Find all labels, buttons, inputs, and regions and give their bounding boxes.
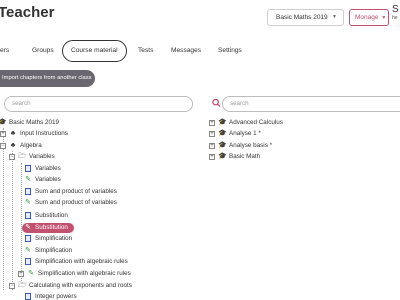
expand-icon[interactable]: + <box>209 130 215 137</box>
user-initial: S <box>392 5 399 15</box>
users-icon: ♣ <box>10 130 16 137</box>
main-nav: Users Groups Course material Tests Messa… <box>0 40 400 62</box>
page-icon <box>25 293 31 300</box>
tree-item-label: Sum and product of variables <box>35 199 117 206</box>
tree-item-label: Substitution <box>35 224 68 231</box>
expand-icon[interactable]: + <box>0 130 6 137</box>
pencil-icon: ✎ <box>28 270 34 277</box>
tree-item-algebra[interactable]: − ♣ Algebra <box>0 140 42 151</box>
tree-item-label: Variables <box>35 165 61 172</box>
tree-item-label: Variables <box>29 153 55 160</box>
tab-course-material[interactable]: Course material <box>62 40 127 62</box>
tree-item-simplification-page[interactable]: Simplification <box>24 233 72 244</box>
tree-item-analyse-1[interactable]: + 🎓 Analyse 1 * <box>209 128 261 139</box>
tab-tests[interactable]: Tests <box>138 40 153 62</box>
tree-item-simplification-rules-exercise[interactable]: + ✎ Simplification with algebraic rules <box>18 268 131 279</box>
pencil-icon: ✎ <box>25 247 31 254</box>
tab-messages[interactable]: Messages <box>171 40 201 62</box>
tree-item-label: Input Instructions <box>20 130 68 137</box>
tree-item-label: Simplification with algebraic rules <box>35 258 128 265</box>
tree-item-label: Simplification with algebraic rules <box>38 270 131 277</box>
tree-item-label: Analyse basis * <box>229 142 273 149</box>
tree-item-variables-folder[interactable]: − 🗁 Variables <box>9 151 55 162</box>
tree-item-label: Integer powers <box>35 293 77 300</box>
expand-icon[interactable]: + <box>209 142 215 149</box>
graduation-cap-icon: 🎓 <box>218 130 227 137</box>
tree-item-label: Basic Math <box>229 153 261 160</box>
tree-item-integer-powers[interactable]: Integer powers <box>24 291 77 300</box>
tab-groups[interactable]: Groups <box>32 40 54 62</box>
expand-icon[interactable]: + <box>209 153 215 160</box>
folder-open-icon: 🗁 <box>18 153 27 160</box>
tree-item-label: Analyse 1 * <box>229 130 261 137</box>
tree-item-label: Simplification <box>35 235 73 242</box>
tree-item-input-instructions[interactable]: + ♣ Input Instructions <box>0 128 68 139</box>
expand-icon[interactable]: + <box>18 270 24 277</box>
tree-item-analyse-basis[interactable]: + 🎓 Analyse basis * <box>209 140 272 151</box>
tree-item-sum-product-page[interactable]: Sum and product of variables <box>24 186 117 197</box>
class-select-value: Basic Maths 2019 <box>276 14 328 21</box>
import-chapters-button[interactable]: Import chapters from another class <box>0 70 95 87</box>
manage-label: Monage <box>355 14 379 21</box>
class-select[interactable]: Basic Maths 2019 ▼ <box>267 9 344 26</box>
manage-button[interactable]: Monage ▼ <box>349 9 389 26</box>
tree-item-label: Advanced Calculus <box>229 119 283 126</box>
graduation-cap-icon: 🎓 <box>0 119 7 126</box>
tree-item-substitution-exercise-selected[interactable]: ✎ Substitution <box>22 222 74 233</box>
chevron-down-icon: ▼ <box>381 15 387 21</box>
collapse-icon[interactable]: − <box>0 142 6 149</box>
search-input-left[interactable]: search <box>4 96 193 112</box>
user-sub-label: he <box>392 15 398 21</box>
page-icon <box>25 188 31 195</box>
graduation-cap-icon: 🎓 <box>218 119 227 126</box>
graduation-cap-icon: 🎓 <box>218 153 227 160</box>
folder-open-icon: 🗁 <box>18 282 27 289</box>
tree-item-variables-page[interactable]: Variables <box>24 163 61 174</box>
search-icon <box>212 98 221 108</box>
tree-item-variables-exercise[interactable]: ✎ Variables <box>24 174 61 185</box>
tree-item-label: Sum and product of variables <box>35 188 117 195</box>
tree-item-exponents-roots-folder[interactable]: − 🗁 Calculating with exponents and roots <box>9 280 132 291</box>
graduation-cap-icon: 🎓 <box>218 142 227 149</box>
page-icon <box>25 258 31 265</box>
tree-item-substitution-page[interactable]: Substitution <box>24 210 68 221</box>
tree-item-simplification-exercise[interactable]: ✎ Simplification <box>24 245 72 256</box>
search-input-right[interactable]: search <box>222 96 400 112</box>
expand-icon[interactable]: + <box>209 119 215 126</box>
tree-item-sum-product-exercise[interactable]: ✎ Sum and product of variables <box>24 197 117 208</box>
tree-item-label: Algebra <box>20 142 42 149</box>
tree-item-label: Basic Maths 2019 <box>9 119 60 126</box>
app-title: Teacher <box>0 4 55 21</box>
page-icon <box>25 165 31 172</box>
tree-item-label: Variables <box>35 176 61 183</box>
tree-item-label: Calculating with exponents and roots <box>29 282 132 289</box>
users-icon: ♣ <box>10 142 16 149</box>
page-icon <box>25 212 31 219</box>
tab-settings[interactable]: Settings <box>218 40 242 62</box>
tree-item-simplification-rules-page[interactable]: Simplification with algebraic rules <box>24 256 128 267</box>
pencil-icon: ✎ <box>25 224 31 231</box>
tree-item-basic-maths-2019[interactable]: 🎓 Basic Maths 2019 <box>0 117 59 128</box>
tree-item-label: Substitution <box>35 212 68 219</box>
pencil-icon: ✎ <box>25 199 31 206</box>
collapse-icon[interactable]: − <box>9 282 15 289</box>
user-menu[interactable]: S he <box>392 5 400 25</box>
page-icon <box>25 235 31 242</box>
tree-item-label: Simplification <box>35 247 73 254</box>
chevron-down-icon: ▼ <box>332 14 337 20</box>
tab-users[interactable]: Users <box>0 40 9 62</box>
collapse-icon[interactable]: − <box>9 153 15 160</box>
tree-item-advanced-calculus[interactable]: + 🎓 Advanced Calculus <box>209 117 283 128</box>
tree-item-basic-math[interactable]: + 🎓 Basic Math <box>209 151 260 162</box>
pencil-icon: ✎ <box>25 176 31 183</box>
